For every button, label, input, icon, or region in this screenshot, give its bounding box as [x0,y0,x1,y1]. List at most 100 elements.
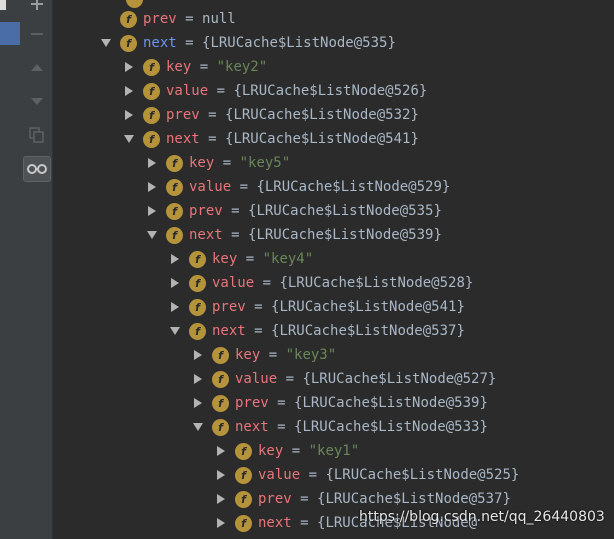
plus-icon[interactable] [23,0,51,16]
field-f-icon: f [120,34,137,52]
tool-window-icon[interactable] [0,0,6,10]
triangle-right-icon[interactable] [212,439,230,463]
variable-name: next [235,419,269,435]
tree-row[interactable]: f value = {LRUCache$ListNode@528} [166,271,473,295]
triangle-right-icon[interactable] [143,151,161,175]
triangle-right-icon[interactable] [212,487,230,511]
tree-row[interactable]: f next = {LRUCache$ListNode@535} [97,31,396,55]
field-f-icon: f [189,274,206,292]
variable-value: "key1" [308,443,360,459]
equals-sign: = [300,467,326,483]
equals-sign: = [208,83,234,99]
field-f-icon: f [189,322,206,340]
tree-row[interactable]: f next = {LRUCache$ListNode@533} [189,415,488,439]
equals-sign: = [291,515,318,531]
field-f-icon: f [166,178,183,196]
tree-row[interactable]: f key = "key1" [212,439,359,463]
equals-sign: = [199,131,226,147]
equals-sign: = [268,395,295,411]
debugger-toolbar [22,0,53,539]
tool-window-strip [0,0,23,539]
triangle-up-icon[interactable] [23,56,51,80]
tree-row[interactable]: f value = {LRUCache$ListNode@525} [212,463,519,487]
field-f-icon: f [212,370,229,388]
copy-icon[interactable] [23,123,51,147]
variable-value: "key4" [262,251,314,267]
equals-sign: = [277,371,303,387]
triangle-right-icon[interactable] [143,199,161,223]
variable-value: {LRUCache$ListNode@541} [271,299,465,315]
triangle-right-icon[interactable] [189,367,207,391]
tree-row[interactable]: f next = {LRUCache$ListNode@537} [166,319,465,343]
tree-row[interactable]: f prev = null [97,7,236,31]
variable-name: prev [189,203,223,219]
tree-row[interactable]: f prev = {LRUCache$ListNode@541} [166,295,465,319]
equals-sign: = [237,251,263,267]
tree-row[interactable]: f prev = {LRUCache$ListNode@532} [120,103,419,127]
triangle-right-icon[interactable] [166,247,184,271]
triangle-down-icon[interactable] [23,89,51,113]
variable-name: prev [258,491,292,507]
variable-name: next [189,227,223,243]
variable-name: prev [235,395,269,411]
field-f-icon: f [212,394,229,412]
equals-sign: = [245,323,272,339]
selected-tool-tab[interactable] [0,22,20,45]
variable-value: {LRUCache$ListNode@539} [294,395,488,411]
triangle-down-icon[interactable] [166,319,184,343]
variable-name: next [258,515,292,531]
variable-value: {LRUCache$ListNode@525} [325,467,520,483]
triangle-right-icon[interactable] [166,295,184,319]
watermark: https://blog.csdn.net/qq_26440803 [359,509,605,525]
variable-name: key [166,59,192,75]
equals-sign: = [176,35,203,51]
variable-value: {LRUCache$ListNode@532} [225,107,419,123]
tree-row[interactable]: f key = "key5" [143,151,290,175]
tree-row[interactable]: f next = {LRUCache$ListNode@541} [120,127,419,151]
tree-row[interactable]: f value = {LRUCache$ListNode@527} [189,367,496,391]
variable-name: key [235,347,261,363]
equals-sign: = [231,179,257,195]
variable-name: value [212,275,255,291]
tree-row[interactable]: f prev = {LRUCache$ListNode@535} [143,199,442,223]
variable-value: {LRUCache$ListNode@529} [256,179,451,195]
equals-sign: = [214,155,240,171]
tree-row[interactable]: f key = "key2" [120,55,267,79]
triangle-right-icon[interactable] [120,55,138,79]
triangle-right-icon[interactable] [212,511,230,535]
tree-row[interactable]: f prev = {LRUCache$ListNode@537} [212,487,511,511]
triangle-right-icon[interactable] [189,391,207,415]
tree-row[interactable]: f key = "key3" [189,343,336,367]
triangle-right-icon[interactable] [120,79,138,103]
triangle-down-icon[interactable] [120,127,138,151]
tree-row[interactable]: f key = "key4" [166,247,313,271]
field-f-icon: f [189,250,206,268]
field-f-icon: f [166,202,183,220]
triangle-down-icon[interactable] [143,223,161,247]
tree-row[interactable]: f prev = {LRUCache$ListNode@539} [189,391,488,415]
variable-name: value [235,371,278,387]
variable-value: {LRUCache$ListNode@528} [279,275,474,291]
triangle-right-icon[interactable] [166,271,184,295]
equals-sign: = [268,419,295,435]
variable-name: prev [143,11,177,27]
variable-value: {LRUCache$ListNode@535} [248,203,442,219]
variable-value: {LRUCache$ListNode@539} [248,227,442,243]
tree-row[interactable]: f next = {LRUCache$ListNode@539} [143,223,442,247]
triangle-right-icon[interactable] [143,175,161,199]
tree-row[interactable]: f value = {LRUCache$ListNode@529} [143,175,450,199]
glasses-icon[interactable] [23,156,51,182]
field-f-icon: f [143,58,160,76]
triangle-right-icon[interactable] [189,343,207,367]
triangle-down-icon[interactable] [189,415,207,439]
triangle-down-icon[interactable] [97,31,115,55]
triangle-right-icon[interactable] [212,463,230,487]
field-f-icon: f [189,298,206,316]
tree-row[interactable]: f value = {LRUCache$ListNode@526} [120,79,427,103]
field-f-icon: f [235,466,252,484]
minus-icon[interactable] [23,22,51,46]
variable-name: next [143,35,177,51]
field-f-icon: f [212,346,229,364]
triangle-right-icon[interactable] [120,103,138,127]
